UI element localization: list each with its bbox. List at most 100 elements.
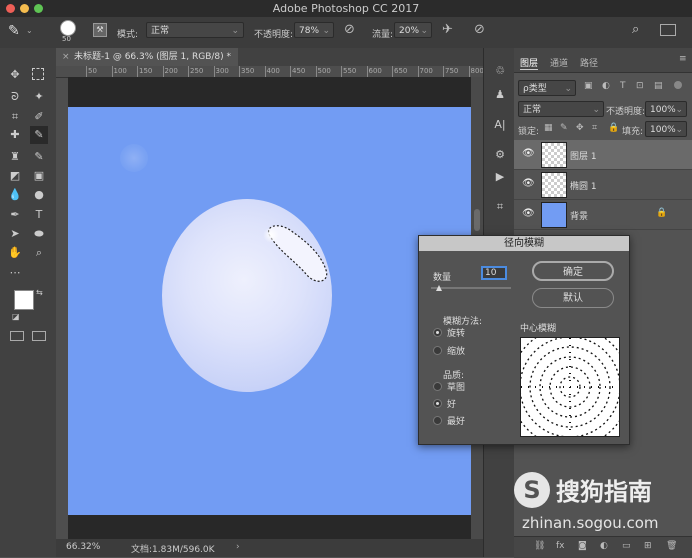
eraser-tool-icon[interactable]: ◩ [8,169,22,183]
flow-input[interactable]: 20% ⌄ [394,22,432,38]
blur-center-preview[interactable] [520,337,620,437]
magic-wand-tool-icon[interactable]: ✦ [32,90,46,104]
ok-button[interactable]: 确定 [532,261,614,281]
move-tool-icon[interactable]: ✥ [8,68,22,82]
pressure-size-icon[interactable]: ⊘ [474,22,485,37]
lock-artboard-icon[interactable]: ⌗ [592,123,597,133]
method-zoom-label[interactable]: 缩放 [447,344,465,357]
eyedropper-tool-icon[interactable]: ✐ [32,110,46,124]
quality-good-label[interactable]: 好 [447,397,456,410]
lock-position-icon[interactable]: ✥ [576,123,584,133]
adjustment-icon[interactable]: ◐ [600,541,608,551]
tab-layers[interactable]: 图层 [520,56,539,70]
actions-panel-icon[interactable]: ♟ [493,88,507,102]
brush-tool-icon-active[interactable]: ✎ [30,126,48,144]
amount-slider-handle[interactable] [436,285,442,291]
brush-preset-picker[interactable] [60,20,76,36]
pressure-opacity-icon[interactable]: ⊘ [344,22,355,37]
opacity-input[interactable]: 78% ⌄ [294,22,334,38]
layer-name[interactable]: 椭圆 1 [570,179,597,192]
search-icon[interactable]: ⌕ [632,22,639,37]
trash-icon[interactable]: 🗑 [666,541,677,551]
pen-tool-icon[interactable]: ✒ [8,208,22,222]
quality-best-label[interactable]: 最好 [447,414,465,427]
chevron-down-icon[interactable]: ⌄ [26,26,33,35]
link-icon[interactable]: ⛓ [534,541,545,551]
history-panel-icon[interactable]: ♲ [493,64,507,78]
default-colors-icon[interactable]: ◪ [12,312,20,321]
visibility-eye-icon[interactable]: 👁 [522,178,535,189]
screen-mode-icon[interactable] [32,331,46,341]
amount-slider-track[interactable] [431,287,511,289]
zoom-tool-icon[interactable]: ⌕ [32,246,46,260]
crop-tool-icon[interactable]: ⌗ [8,110,22,124]
ellipse-tool-icon[interactable]: ⬬ [32,227,46,241]
healing-brush-tool-icon[interactable]: ✚ [8,128,22,142]
history-brush-tool-icon[interactable]: ✎ [32,150,46,164]
brush-tool-icon[interactable]: ✎ [8,23,20,39]
character-panel-icon[interactable]: A| [493,118,507,132]
mode-select[interactable]: 正常 ⌄ [146,22,244,38]
play-panel-icon[interactable]: ▶ [493,170,507,184]
document-tab[interactable]: × 未标题-1 @ 66.3% (图层 1, RGB/8) * [56,48,238,66]
lock-icon[interactable]: 🔒 [656,208,667,218]
layer-row-layer1[interactable]: 👁 图层 1 [514,140,692,170]
panel-menu-icon[interactable]: ≡ [679,54,687,64]
foreground-color-swatch[interactable] [14,290,34,310]
fx-icon[interactable]: fx [556,541,565,551]
type-tool-icon[interactable]: T [32,208,46,222]
airbrush-icon[interactable]: ✈ [442,22,453,37]
filter-smart-object-icon[interactable]: ▤ [654,81,663,91]
blend-mode-select[interactable]: 正常 ⌄ [518,101,604,117]
visibility-eye-icon[interactable]: 👁 [522,208,535,219]
visibility-eye-icon[interactable]: 👁 [522,148,535,159]
folder-icon[interactable]: ▭ [622,541,631,551]
blur-tool-icon[interactable]: 💧 [8,188,22,202]
lasso-tool-icon[interactable]: ᘐ [8,90,22,104]
layer-name[interactable]: 图层 1 [570,149,597,162]
layer-row-ellipse1[interactable]: 👁 椭圆 1 [514,170,692,200]
workspace-switcher-icon[interactable] [660,24,676,36]
status-menu-arrow-icon[interactable]: › [236,542,240,552]
layer-name[interactable]: 背景 [570,209,588,222]
filter-image-icon[interactable]: ▣ [584,81,593,91]
lock-all-icon[interactable]: 🔒 [608,123,619,133]
layer-row-background[interactable]: 👁 背景 🔒 [514,200,692,230]
fill-input[interactable]: 100% ⌄ [645,121,687,137]
layer-kind-filter[interactable]: ρ类型 ⌄ [518,80,576,96]
clone-stamp-tool-icon[interactable]: ♜ [8,150,22,164]
layer-opacity-input[interactable]: 100% ⌄ [645,101,687,117]
method-spin-label[interactable]: 旋转 [447,326,465,339]
method-spin-radio[interactable] [433,328,442,337]
lock-transparent-icon[interactable]: ▦ [544,123,553,133]
zoom-level[interactable]: 66.32% [66,542,100,552]
quick-mask-icon[interactable] [10,331,24,341]
close-tab-icon[interactable]: × [62,48,70,66]
filter-toggle[interactable] [674,81,682,89]
mask-icon[interactable]: ◙ [578,541,587,551]
filter-shape-icon[interactable]: ⊡ [636,81,644,91]
swap-colors-icon[interactable]: ⇆ [36,288,43,297]
tab-paths[interactable]: 路径 [580,56,598,69]
method-zoom-radio[interactable] [433,346,442,355]
path-selection-tool-icon[interactable]: ➤ [8,227,22,241]
gradient-tool-icon[interactable]: ▣ [32,169,46,183]
new-layer-icon[interactable]: ⊞ [644,541,652,551]
crop-panel-icon[interactable]: ⌗ [493,200,507,214]
quality-draft-label[interactable]: 草图 [447,380,465,393]
default-button[interactable]: 默认 [532,288,614,308]
quality-draft-radio[interactable] [433,382,442,391]
tab-channels[interactable]: 通道 [550,56,568,69]
brush-panel-toggle-icon[interactable]: ⚒ [93,23,107,37]
properties-panel-icon[interactable]: ⚙ [493,148,507,162]
quality-good-radio[interactable] [433,399,442,408]
marquee-tool-icon[interactable] [32,68,44,80]
filter-type-icon[interactable]: T [620,81,626,91]
hand-tool-icon[interactable]: ✋ [8,246,22,260]
more-tools-icon[interactable]: ⋯ [8,266,22,280]
dodge-tool-icon[interactable]: ● [32,188,46,202]
lock-pixels-icon[interactable]: ✎ [560,123,568,133]
quality-best-radio[interactable] [433,416,442,425]
filter-adjustment-icon[interactable]: ◐ [602,81,610,91]
amount-input[interactable] [481,266,507,280]
